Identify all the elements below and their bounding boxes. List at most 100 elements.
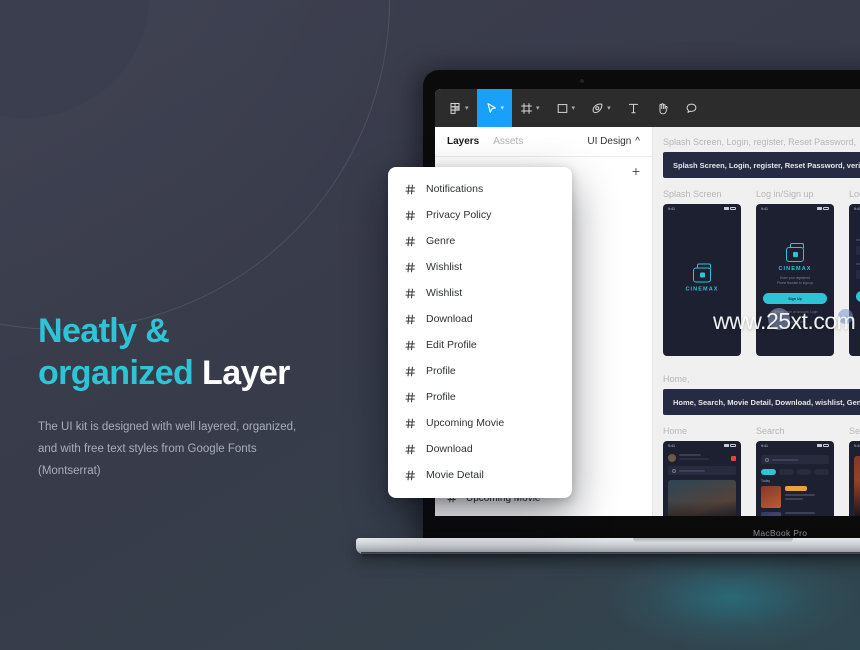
menu-item-download-2[interactable]: Download	[388, 436, 572, 462]
brand-subtitle-line2: Phone Number to sign up	[776, 281, 814, 285]
add-page-button[interactable]: +	[632, 164, 640, 178]
headline-accent-line1: Neatly &	[38, 312, 170, 350]
frame-search-alt[interactable]: Sea 9:41	[849, 426, 860, 516]
menu-item-profile-2[interactable]: Profile	[388, 384, 572, 410]
hero-description-line1: The UI kit is designed with well layered…	[38, 421, 297, 433]
pen-tool-icon[interactable]: ▾	[583, 89, 619, 127]
featured-poster[interactable]	[854, 456, 860, 516]
hash-icon	[405, 340, 416, 350]
status-bar: 9:41	[663, 204, 741, 213]
menu-item-genre[interactable]: Genre	[388, 228, 572, 254]
frame-splash-screen[interactable]: Splash Screen 9:41 CINEMAX	[663, 189, 741, 356]
frame-label: Splash Screen	[663, 189, 722, 199]
status-bar: 9:41	[663, 441, 741, 450]
poster-canvas: Neatly & organized Layer The UI kit is d…	[0, 0, 860, 650]
brand-subtitle: Enter your registered Phone Number to si…	[756, 276, 834, 286]
battery-icon	[823, 207, 829, 210]
menu-item-label: Profile	[426, 391, 456, 403]
page-selector-label: UI Design	[587, 136, 632, 147]
menu-item-profile-1[interactable]: Profile	[388, 358, 572, 384]
menu-item-movie-detail[interactable]: Movie Detail	[388, 462, 572, 488]
headline-accent-line2: organized	[38, 354, 194, 392]
hero-description: The UI kit is designed with well layered…	[38, 416, 368, 482]
tab-layers[interactable]: Layers	[447, 136, 479, 147]
shape-tool-icon[interactable]: ▾	[548, 89, 584, 127]
frame-login-alt[interactable]: Log 9:41	[849, 189, 860, 356]
search-input[interactable]	[668, 466, 736, 475]
status-time: 9:41	[854, 443, 860, 448]
canvas-section-auth: Splash Screen, Login, register, Reset Pa…	[663, 137, 860, 356]
frame-label: Search	[756, 426, 785, 436]
splash-brand: CINEMAX	[663, 263, 741, 293]
filter-chip[interactable]	[778, 469, 794, 475]
input-field[interactable]	[856, 270, 860, 279]
menu-item-edit-profile[interactable]: Edit Profile	[388, 332, 572, 358]
layer-dropdown-menu[interactable]: Notifications Privacy Policy Genre Wishl…	[388, 167, 572, 498]
hero-description-line2: and with free text styles from Google Fo…	[38, 443, 257, 455]
phone-mockup: 9:41 CINEMAX	[663, 204, 741, 356]
results-heading: Today	[761, 479, 771, 483]
result-text	[785, 486, 829, 508]
comment-tool-icon[interactable]	[677, 89, 706, 127]
figma-canvas[interactable]: Splash Screen, Login, register, Reset Pa…	[653, 127, 860, 516]
tab-assets[interactable]: Assets	[493, 136, 523, 147]
avatar	[668, 454, 676, 462]
notification-badge[interactable]	[731, 455, 736, 461]
search-input[interactable]	[761, 455, 829, 464]
login-link[interactable]: I already have an account, Login	[756, 310, 834, 314]
featured-poster[interactable]	[668, 480, 736, 516]
hash-icon	[405, 314, 416, 324]
hand-tool-icon[interactable]	[648, 89, 677, 127]
result-item[interactable]	[756, 512, 834, 516]
section-title: Home,	[663, 374, 690, 384]
menu-item-wishlist-1[interactable]: Wishlist	[388, 254, 572, 280]
submit-button[interactable]: Sign Up	[856, 291, 860, 302]
figma-toolbar: ▾ ▾ ▾ ▾ ▾	[435, 89, 860, 127]
input-field[interactable]	[856, 246, 860, 255]
filter-chips	[756, 469, 834, 479]
hash-icon	[405, 392, 416, 402]
status-icons	[723, 207, 736, 210]
menu-item-label: Profile	[426, 365, 456, 377]
brand-name: CINEMAX	[778, 266, 812, 272]
hash-icon	[405, 236, 416, 246]
status-icons	[723, 444, 736, 447]
page-selector[interactable]: UI Design ^	[587, 136, 640, 147]
menu-item-label: Download	[426, 313, 473, 325]
frame-tool-icon[interactable]: ▾	[512, 89, 548, 127]
filter-chip[interactable]	[796, 469, 812, 475]
watermark-badge	[768, 308, 790, 330]
frame-row: Splash Screen 9:41 CINEMAX Log in/Sign u…	[663, 189, 860, 356]
menu-item-label: Download	[426, 443, 473, 455]
status-time: 9:41	[761, 443, 768, 448]
phone-mockup: 9:41	[849, 441, 860, 516]
result-text	[785, 512, 829, 516]
filter-chip[interactable]	[814, 469, 829, 475]
menu-item-wishlist-2[interactable]: Wishlist	[388, 280, 572, 306]
menu-item-notifications[interactable]: Notifications	[388, 176, 572, 202]
filter-chip[interactable]	[761, 469, 776, 475]
section-banner: Home, Search, Movie Detail, Download, wi…	[663, 389, 860, 415]
figma-menu-icon[interactable]: ▾	[441, 89, 477, 127]
frame-home[interactable]: Home 9:41	[663, 426, 741, 516]
result-item[interactable]	[756, 486, 834, 512]
text-tool-icon[interactable]	[619, 89, 648, 127]
hash-icon	[405, 444, 416, 454]
laptop-model-label: MacBook Pro	[753, 528, 808, 538]
menu-item-privacy-policy[interactable]: Privacy Policy	[388, 202, 572, 228]
brand-name: CINEMAX	[685, 286, 719, 293]
move-tool-icon[interactable]: ▾	[476, 89, 513, 127]
headline-plain-line2: Layer	[202, 354, 290, 392]
page-title: Neatly & organized Layer	[38, 310, 368, 394]
webcam-icon	[580, 79, 584, 83]
menu-item-download-1[interactable]: Download	[388, 306, 572, 332]
cinemax-logo-icon	[786, 243, 804, 262]
menu-item-upcoming-movie[interactable]: Upcoming Movie	[388, 410, 572, 436]
phone-mockup: 9:41	[663, 441, 741, 516]
menu-item-label: Wishlist	[426, 287, 463, 299]
login-form: Sign Up	[849, 213, 860, 302]
frame-search[interactable]: Search 9:41 Today	[756, 426, 834, 516]
phone-mockup: 9:41	[756, 441, 834, 516]
signup-button[interactable]: Sign Up	[763, 293, 827, 304]
frame-login-signup[interactable]: Log in/Sign up 9:41 CINEMAX Enter your r…	[756, 189, 834, 356]
